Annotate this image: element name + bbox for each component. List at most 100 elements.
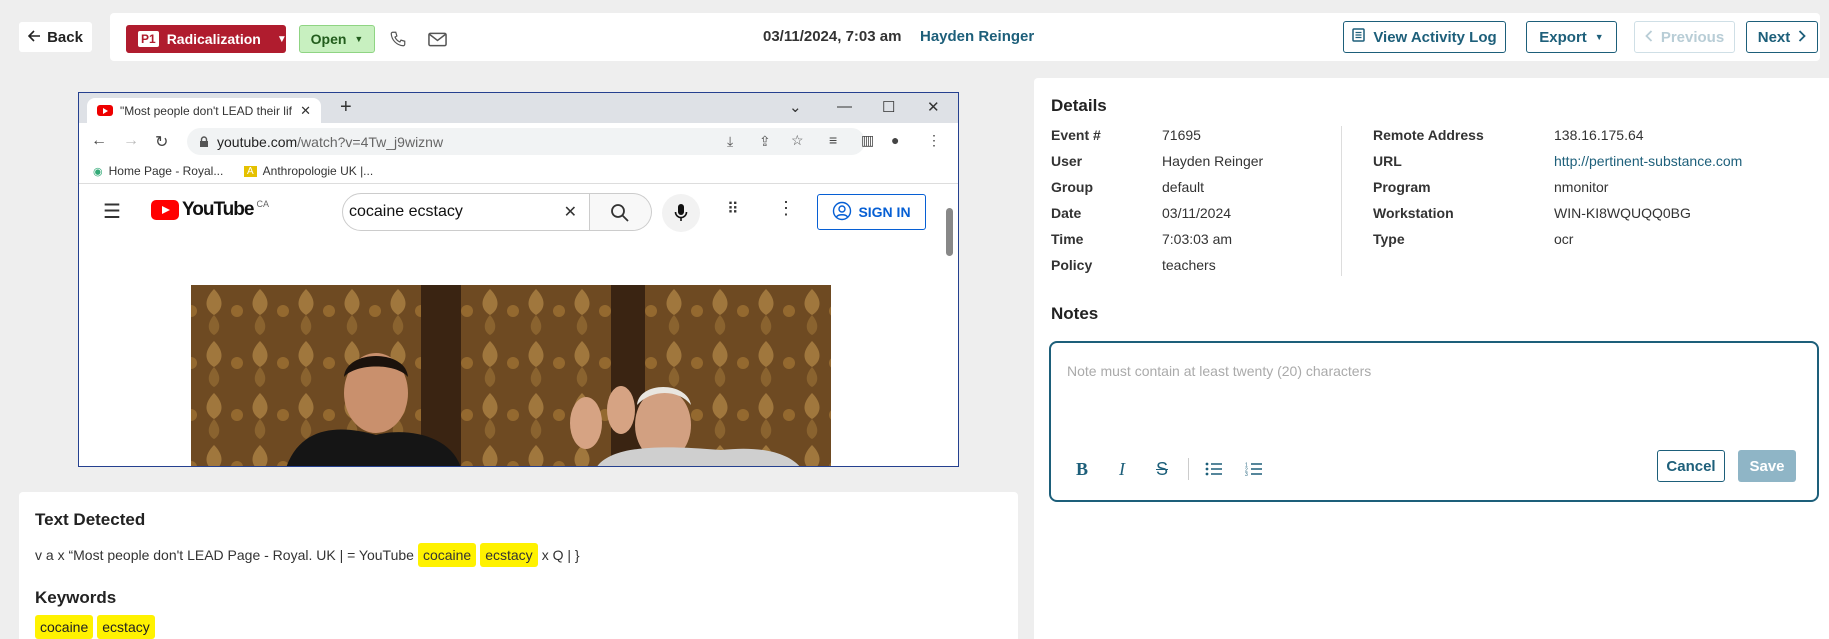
priority-code: P1 bbox=[138, 31, 159, 47]
detail-key: URL bbox=[1373, 153, 1402, 169]
detail-value: nmonitor bbox=[1554, 179, 1609, 195]
mail-icon[interactable] bbox=[425, 27, 449, 51]
profile-icon: ● bbox=[891, 132, 900, 148]
caret-down-icon: ▼ bbox=[276, 33, 287, 45]
apps-grid-icon: ⠿ bbox=[727, 201, 739, 218]
detail-key: User bbox=[1051, 153, 1083, 169]
browser-address-row: ← → ↻ youtube.com /watch?v=4Tw_j9wiznw ⤓… bbox=[79, 123, 958, 160]
lock-icon bbox=[199, 135, 209, 151]
video-thumbnail bbox=[191, 285, 831, 466]
detail-key: Time bbox=[1051, 231, 1084, 247]
note-input[interactable] bbox=[1067, 363, 1767, 403]
bookmark-favicon-icon: A bbox=[244, 165, 257, 177]
detail-key: Policy bbox=[1051, 257, 1093, 273]
toolbar-divider bbox=[1188, 458, 1189, 480]
keywords-title: Keywords bbox=[35, 588, 117, 607]
reload-icon: ↻ bbox=[155, 134, 169, 151]
italic-icon[interactable]: I bbox=[1109, 456, 1135, 482]
detail-value: teachers bbox=[1162, 257, 1216, 273]
list-icon bbox=[1352, 28, 1366, 46]
notes-title: Notes bbox=[1051, 304, 1099, 323]
detail-url-link[interactable]: http://pertinent-substance.com bbox=[1554, 153, 1742, 169]
detail-value: 03/11/2024 bbox=[1162, 205, 1232, 221]
browser-back-icon: ← bbox=[91, 132, 107, 149]
detail-key: Group bbox=[1051, 179, 1093, 195]
search-icon bbox=[611, 204, 629, 222]
keyword-highlight: ecstacy bbox=[480, 543, 538, 567]
more-vertical-icon: ⋮ bbox=[927, 132, 941, 148]
clear-icon: ✕ bbox=[563, 204, 577, 221]
text-detected-panel: Text Detected v a x “Most people don't L… bbox=[19, 492, 1018, 639]
detail-key: Event # bbox=[1051, 127, 1101, 143]
browser-url-bar: youtube.com /watch?v=4Tw_j9wiznw ⤓ ⇪ ☆ bbox=[187, 128, 865, 155]
bookmark-favicon-icon: ◉ bbox=[93, 165, 103, 178]
details-title: Details bbox=[1051, 96, 1107, 115]
bookmark-label: Home Page - Royal... bbox=[108, 164, 224, 178]
numbered-list-icon[interactable]: 123 bbox=[1241, 456, 1267, 482]
detail-key: Program bbox=[1373, 179, 1431, 195]
view-activity-log-button[interactable]: View Activity Log bbox=[1343, 21, 1506, 53]
back-button[interactable]: Back bbox=[19, 22, 92, 52]
bookmarks-bar: ◉ Home Page - Royal... A Anthropologie U… bbox=[79, 160, 958, 184]
caret-down-icon: ▼ bbox=[354, 34, 364, 44]
close-icon: ✕ bbox=[300, 102, 311, 118]
text-detected-before: v a x “Most people don't LEAD Page - Roy… bbox=[35, 547, 414, 563]
url-path: /watch?v=4Tw_j9wiznw bbox=[297, 133, 444, 150]
youtube-search-field: cocaine ecstacy ✕ bbox=[342, 193, 590, 231]
more-vertical-icon: ⋮ bbox=[777, 198, 795, 218]
cancel-button[interactable]: Cancel bbox=[1657, 450, 1725, 482]
notes-editor: B I S 123 Cancel Save bbox=[1049, 341, 1819, 502]
detail-value: default bbox=[1162, 179, 1205, 195]
previous-button[interactable]: Previous bbox=[1634, 21, 1735, 53]
detail-value: Hayden Reinger bbox=[1162, 153, 1264, 169]
caret-down-icon: ▼ bbox=[1594, 32, 1604, 42]
keyword-tag: cocaine bbox=[35, 615, 94, 639]
chevron-down-icon: ⌄ bbox=[789, 99, 802, 116]
browser-tab-title: "Most people don't LEAD their lif bbox=[120, 103, 292, 118]
share-icon: ⇪ bbox=[759, 133, 771, 149]
install-icon: ⤓ bbox=[727, 133, 734, 149]
scrollbar-thumb bbox=[946, 208, 953, 256]
bookmark-label: Anthropologie UK |... bbox=[262, 164, 374, 178]
export-dropdown[interactable]: Export ▼ bbox=[1526, 21, 1617, 53]
browser-forward-icon: → bbox=[123, 132, 139, 149]
bold-icon[interactable]: B bbox=[1069, 456, 1095, 482]
next-button[interactable]: Next bbox=[1746, 21, 1818, 53]
youtube-wordmark: YouTube bbox=[182, 199, 254, 220]
back-label: Back bbox=[47, 28, 83, 46]
svg-text:3: 3 bbox=[1245, 472, 1248, 476]
event-user-link[interactable]: Hayden Reinger bbox=[920, 28, 1034, 45]
youtube-signin-label: SIGN IN bbox=[858, 204, 911, 220]
detail-value: 71695 bbox=[1162, 127, 1201, 143]
priority-dropdown[interactable]: P1 Radicalization ▼ bbox=[126, 25, 287, 53]
view-activity-log-label: View Activity Log bbox=[1373, 28, 1497, 46]
maximize-icon: ☐ bbox=[882, 99, 896, 116]
text-detected-after: x Q | } bbox=[541, 547, 580, 563]
browser-tab-strip: "Most people don't LEAD their lif ✕ + ⌄ … bbox=[79, 93, 958, 123]
side-panel-icon: ▥ bbox=[861, 132, 875, 148]
bookmark-item: ◉ Home Page - Royal... bbox=[93, 164, 223, 178]
phone-icon[interactable] bbox=[386, 27, 410, 51]
star-icon: ☆ bbox=[791, 132, 804, 148]
detail-value: 7:03:03 am bbox=[1162, 231, 1233, 247]
keyword-tag: ecstacy bbox=[97, 615, 155, 639]
youtube-logo: YouTube CA bbox=[151, 199, 269, 221]
bullet-list-icon[interactable] bbox=[1201, 456, 1227, 482]
screenshot-capture: "Most people don't LEAD their lif ✕ + ⌄ … bbox=[78, 92, 959, 467]
youtube-search-query: cocaine ecstacy bbox=[349, 203, 463, 220]
priority-label: Radicalization bbox=[166, 31, 261, 47]
export-label: Export bbox=[1539, 28, 1587, 46]
details-panel: Details Event # 71695 User Hayden Reinge… bbox=[1034, 78, 1829, 639]
detail-value: 138.16.175.64 bbox=[1554, 127, 1644, 143]
save-button[interactable]: Save bbox=[1738, 450, 1796, 482]
youtube-favicon-icon bbox=[97, 105, 113, 116]
detail-key: Type bbox=[1373, 231, 1405, 247]
status-dropdown[interactable]: Open ▼ bbox=[299, 25, 375, 53]
keywords-list: cocaine ecstacy bbox=[35, 615, 155, 639]
text-detected-content: v a x “Most people don't LEAD Page - Roy… bbox=[35, 543, 580, 567]
keyword-highlight: cocaine bbox=[417, 543, 477, 567]
strikethrough-icon[interactable]: S bbox=[1149, 456, 1175, 482]
new-tab-icon: + bbox=[340, 96, 352, 118]
hamburger-menu-icon: ☰ bbox=[103, 201, 121, 223]
details-divider bbox=[1341, 126, 1342, 276]
